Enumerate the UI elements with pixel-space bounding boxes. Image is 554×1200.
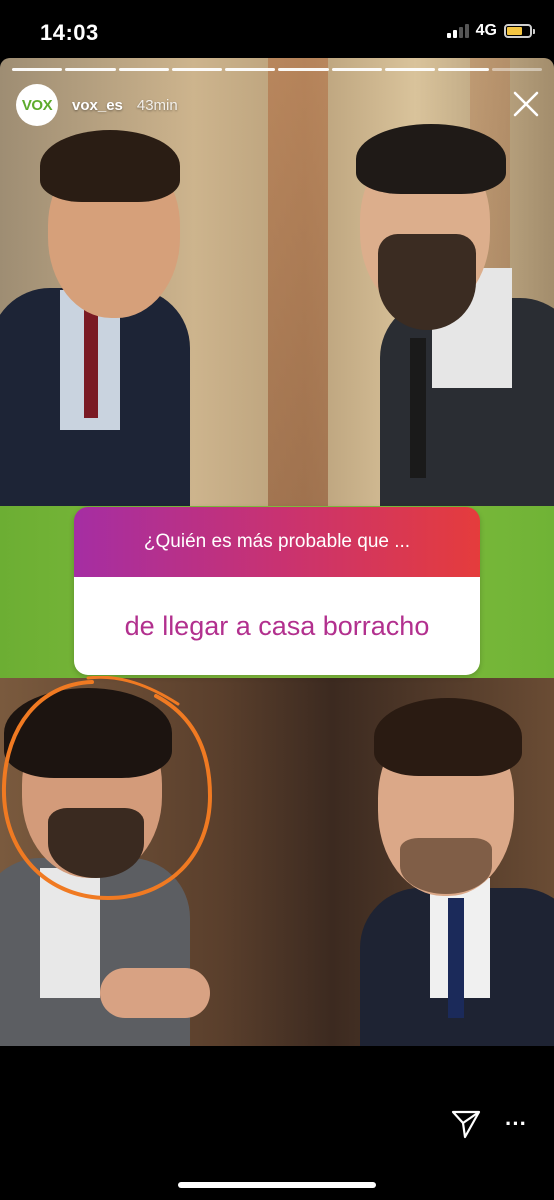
progress-segment <box>278 68 329 71</box>
question-answer: de llegar a casa borracho <box>74 577 480 675</box>
battery-icon <box>504 24 535 38</box>
cellular-signal-icon <box>446 24 469 38</box>
progress-segment <box>385 68 436 71</box>
account-avatar[interactable]: VOX <box>16 84 58 126</box>
story-footer: ··· <box>0 1046 554 1200</box>
send-icon[interactable] <box>450 1108 482 1140</box>
progress-segment <box>171 68 223 71</box>
progress-segment <box>331 68 383 71</box>
more-icon[interactable]: ··· <box>502 1110 530 1138</box>
status-bar: 14:03 4G <box>0 0 554 60</box>
status-indicators: 4G <box>446 22 535 40</box>
progress-segment <box>225 68 276 71</box>
question-sticker[interactable]: ¿Quién es más probable que ... de llegar… <box>74 507 480 675</box>
progress-segment <box>12 68 63 71</box>
progress-segment <box>65 68 116 71</box>
account-username[interactable]: vox_es <box>72 97 123 114</box>
close-icon[interactable] <box>512 90 540 118</box>
network-type: 4G <box>475 22 497 39</box>
story-time-ago: 43min <box>136 96 178 114</box>
story-header[interactable]: VOX vox_es 43min <box>16 84 178 126</box>
status-time: 14:03 <box>40 20 99 45</box>
progress-segment <box>438 68 489 71</box>
highlight-circle <box>1 676 213 901</box>
question-prompt: ¿Quién es más probable que ... <box>74 507 480 577</box>
progress-segment <box>118 68 169 71</box>
home-indicator[interactable] <box>178 1182 376 1188</box>
story-progress-bar <box>12 68 542 71</box>
story-viewer[interactable]: VOX vox_es 43min ¿Quién es más probable … <box>0 58 554 1046</box>
progress-segment <box>491 68 542 71</box>
